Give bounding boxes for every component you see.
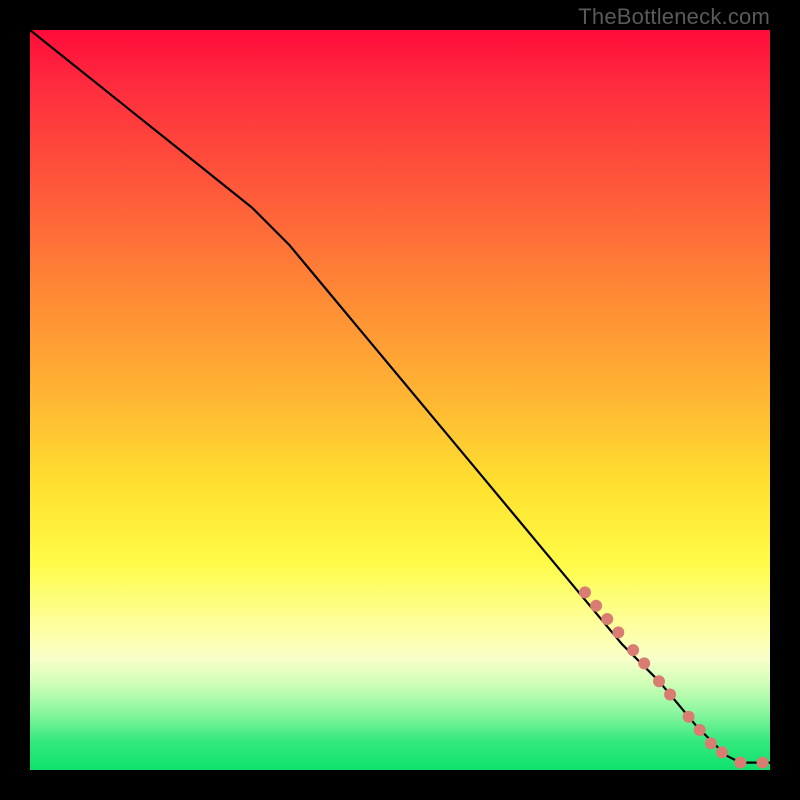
chart-overlay <box>30 30 770 770</box>
marker-group <box>579 586 769 768</box>
data-point <box>590 600 602 612</box>
data-point <box>579 586 591 598</box>
data-point <box>695 725 705 735</box>
data-point <box>612 626 624 638</box>
data-point <box>705 737 717 749</box>
chart-frame: TheBottleneck.com <box>0 0 800 800</box>
data-point <box>639 658 649 668</box>
data-point <box>716 746 728 758</box>
attribution-label: TheBottleneck.com <box>578 4 770 30</box>
data-point <box>734 757 746 769</box>
data-point <box>684 712 694 722</box>
data-point <box>653 675 665 687</box>
data-point <box>628 645 638 655</box>
data-point <box>757 757 769 769</box>
data-point <box>601 613 613 625</box>
data-point <box>664 689 676 701</box>
bottleneck-curve <box>30 30 770 763</box>
